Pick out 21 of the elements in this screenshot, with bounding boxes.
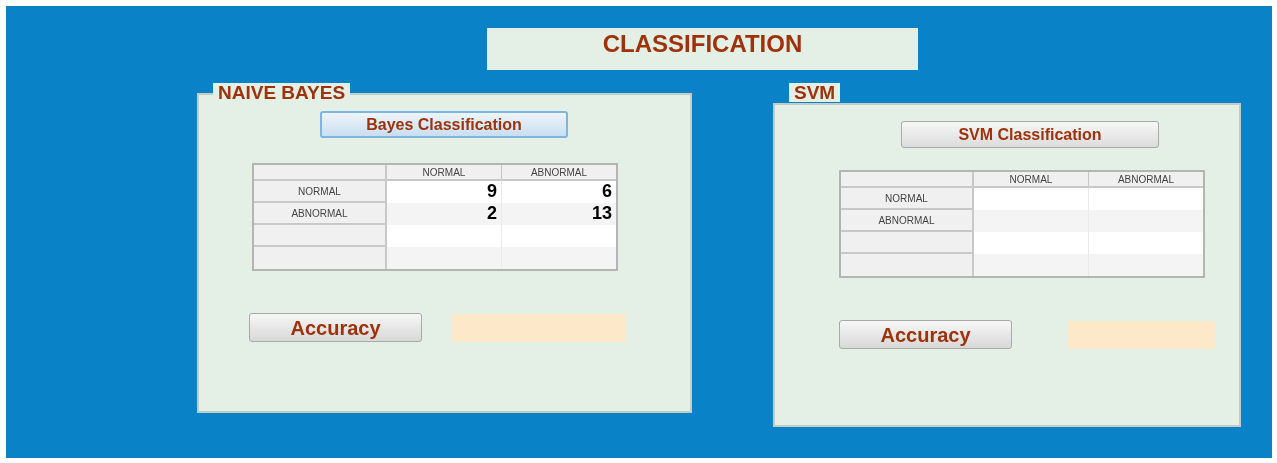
table-cell: 2 [387, 203, 502, 225]
row-header: ABNORMAL [841, 210, 974, 232]
column-header: ABNORMAL [1089, 172, 1203, 188]
classification-button[interactable]: SVM Classification [901, 121, 1159, 148]
table-cell: 13 [502, 203, 616, 225]
column-header: NORMAL [974, 172, 1089, 188]
panel-legend: NAIVE BAYES [213, 83, 351, 102]
column-header: ABNORMAL [502, 165, 616, 181]
accuracy-field[interactable] [1068, 320, 1215, 349]
accuracy-field[interactable] [452, 313, 626, 342]
column-header: NORMAL [387, 165, 502, 181]
row-header: NORMAL [254, 181, 387, 203]
panel-legend: SVM [789, 83, 841, 102]
accuracy-button[interactable]: Accuracy [839, 320, 1012, 349]
table-cell: 6 [502, 181, 616, 203]
row-header: ABNORMAL [254, 203, 387, 225]
accuracy-button[interactable]: Accuracy [249, 313, 422, 342]
table-cell: 9 [387, 181, 502, 203]
row-header: NORMAL [841, 188, 974, 210]
window-title: CLASSIFICATION [487, 28, 918, 70]
classification-button[interactable]: Bayes Classification [320, 111, 568, 138]
